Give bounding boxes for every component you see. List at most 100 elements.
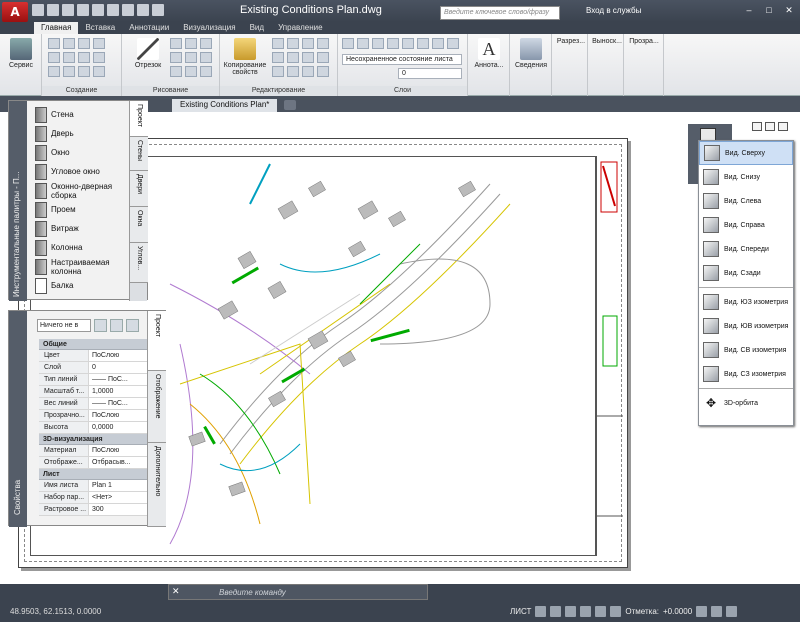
copy-icon[interactable] — [272, 52, 284, 63]
property-value[interactable]: 1,0000 — [89, 386, 147, 397]
workspace-icon[interactable] — [696, 606, 708, 617]
roof-tool-icon[interactable] — [78, 52, 90, 63]
view-back[interactable]: Вид. Сзади — [699, 261, 793, 285]
wall-tool-icon[interactable] — [48, 38, 60, 49]
palette-tab-doors[interactable]: Двери — [130, 171, 148, 207]
view-front[interactable]: Вид. Спереди — [699, 237, 793, 261]
more-tool-icon[interactable] — [93, 38, 105, 49]
close-command-line-icon[interactable]: ✕ — [172, 586, 180, 597]
property-value[interactable]: 0,0000 — [89, 422, 147, 433]
property-value[interactable]: Отбрасыв... — [89, 457, 147, 468]
palette-item-door-window-assembly[interactable]: Оконно-дверная сборка — [35, 181, 131, 200]
layer-tool-3-icon[interactable] — [372, 38, 384, 49]
move-icon[interactable] — [272, 38, 284, 49]
tab-manage[interactable]: Управление — [271, 22, 329, 34]
save-as-icon[interactable] — [77, 4, 89, 16]
annotation-scale-icon[interactable] — [610, 606, 622, 617]
property-value[interactable]: —— ПоС... — [89, 398, 147, 409]
property-row[interactable]: Растровое ... 300 — [39, 504, 147, 516]
point-icon[interactable] — [185, 66, 197, 77]
application-menu-button[interactable]: A — [2, 2, 28, 22]
section-general[interactable]: Общие — [39, 339, 147, 350]
transparency-button[interactable]: Прозра... — [626, 38, 662, 45]
view-bottom[interactable]: Вид. Снизу — [699, 165, 793, 189]
polyline-icon[interactable] — [170, 38, 182, 49]
callout-button[interactable]: Выноск... — [590, 38, 624, 45]
customize-icon[interactable] — [726, 606, 738, 617]
redo-icon[interactable] — [122, 4, 134, 16]
palette-tab-corner[interactable]: Углов... — [130, 243, 148, 283]
palette-tab-windows[interactable]: Окна — [130, 207, 148, 243]
scale-icon[interactable] — [287, 66, 299, 77]
view-sw-iso[interactable]: Вид. ЮЗ изометрия — [699, 290, 793, 314]
circle-icon[interactable] — [185, 38, 197, 49]
layer-state-select[interactable]: Несохраненное состояние листа — [342, 54, 462, 65]
view-right[interactable]: Вид. Справа — [699, 213, 793, 237]
rotate-icon[interactable] — [287, 38, 299, 49]
property-row[interactable]: Материал ПоСлою — [39, 445, 147, 457]
layer-tool-5-icon[interactable] — [402, 38, 414, 49]
property-row[interactable]: Масштаб т... 1,0000 — [39, 386, 147, 398]
property-value[interactable]: Plan 1 — [89, 480, 147, 491]
window-tool-icon[interactable] — [78, 38, 90, 49]
column-tool-icon[interactable] — [48, 66, 60, 77]
property-value[interactable]: 0 — [89, 362, 147, 373]
mirror-icon[interactable] — [287, 52, 299, 63]
select-objects-icon[interactable] — [110, 319, 123, 332]
fillet-icon[interactable] — [302, 52, 314, 63]
trim-icon[interactable] — [302, 38, 314, 49]
rectangle-icon[interactable] — [170, 52, 182, 63]
layer-select[interactable]: 0 — [398, 68, 462, 79]
property-row[interactable]: Отображе... Отбрасыв... — [39, 457, 147, 469]
viewport-restore-icon[interactable] — [765, 122, 775, 131]
palette-item-door[interactable]: Дверь — [35, 124, 131, 143]
palette-tab-project[interactable]: Проект — [130, 101, 148, 137]
explode-icon[interactable] — [317, 52, 329, 63]
property-row[interactable]: Имя листа Plan 1 — [39, 480, 147, 492]
tab-render[interactable]: Визуализация — [176, 22, 242, 34]
tab-insert[interactable]: Вставка — [78, 22, 122, 34]
grid-tool-icon[interactable] — [93, 66, 105, 77]
palette-item-custom-column[interactable]: Настраиваемая колонна — [35, 257, 131, 276]
properties-tab-extended[interactable]: Дополнительно — [148, 443, 166, 527]
property-row[interactable]: Высота 0,0000 — [39, 422, 147, 434]
property-row[interactable]: Слой 0 — [39, 362, 147, 374]
slab-tool-icon[interactable] — [93, 52, 105, 63]
tab-annotate[interactable]: Аннотации — [122, 22, 176, 34]
properties-tab-display[interactable]: Отображение — [148, 371, 166, 443]
section-3d-visualization[interactable]: 3D-визуализация — [39, 434, 147, 445]
erase-icon[interactable] — [317, 38, 329, 49]
palette-item-beam[interactable]: Балка — [35, 276, 131, 295]
layer-tool-6-icon[interactable] — [417, 38, 429, 49]
annotation-button[interactable]: A Аннота... — [472, 38, 506, 69]
polar-icon[interactable] — [580, 606, 592, 617]
new-icon[interactable] — [32, 4, 44, 16]
stair-tool-icon[interactable] — [63, 52, 75, 63]
grid-icon[interactable] — [550, 606, 562, 617]
osnap-icon[interactable] — [595, 606, 607, 617]
sign-in-button[interactable]: Вход в службы — [586, 6, 641, 15]
property-value[interactable]: ПоСлою — [89, 350, 147, 361]
palette-item-wall[interactable]: Стена — [35, 105, 131, 124]
section-button[interactable]: Разрез... — [554, 38, 588, 45]
properties-titlebar[interactable]: Свойства — [9, 311, 27, 527]
property-row[interactable]: Тип линий —— ПоС... — [39, 374, 147, 386]
layer-tool-4-icon[interactable] — [387, 38, 399, 49]
viewport-minimize-icon[interactable] — [752, 122, 762, 131]
open-icon[interactable] — [47, 4, 59, 16]
tab-home[interactable]: Главная — [34, 22, 79, 34]
property-row[interactable]: Прозрачно... ПоСлою — [39, 410, 147, 422]
view-nw-iso[interactable]: Вид. СЗ изометрия — [699, 362, 793, 386]
view-left[interactable]: Вид. Слева — [699, 189, 793, 213]
palette-item-curtain-wall[interactable]: Витраж — [35, 219, 131, 238]
toggle-pickadd-icon[interactable] — [94, 319, 107, 332]
search-input[interactable]: Введите ключевое слово/фразу — [440, 6, 560, 20]
palette-item-window[interactable]: Окно — [35, 143, 131, 162]
property-row[interactable]: Цвет ПоСлою — [39, 350, 147, 362]
properties-tab-project[interactable]: Проект — [148, 311, 166, 371]
spline-icon[interactable] — [200, 52, 212, 63]
quick-select-icon[interactable] — [126, 319, 139, 332]
layer-tool-2-icon[interactable] — [357, 38, 369, 49]
paper-model-toggle[interactable]: ЛИСТ — [510, 607, 531, 616]
dropdown-icon[interactable] — [152, 4, 164, 16]
